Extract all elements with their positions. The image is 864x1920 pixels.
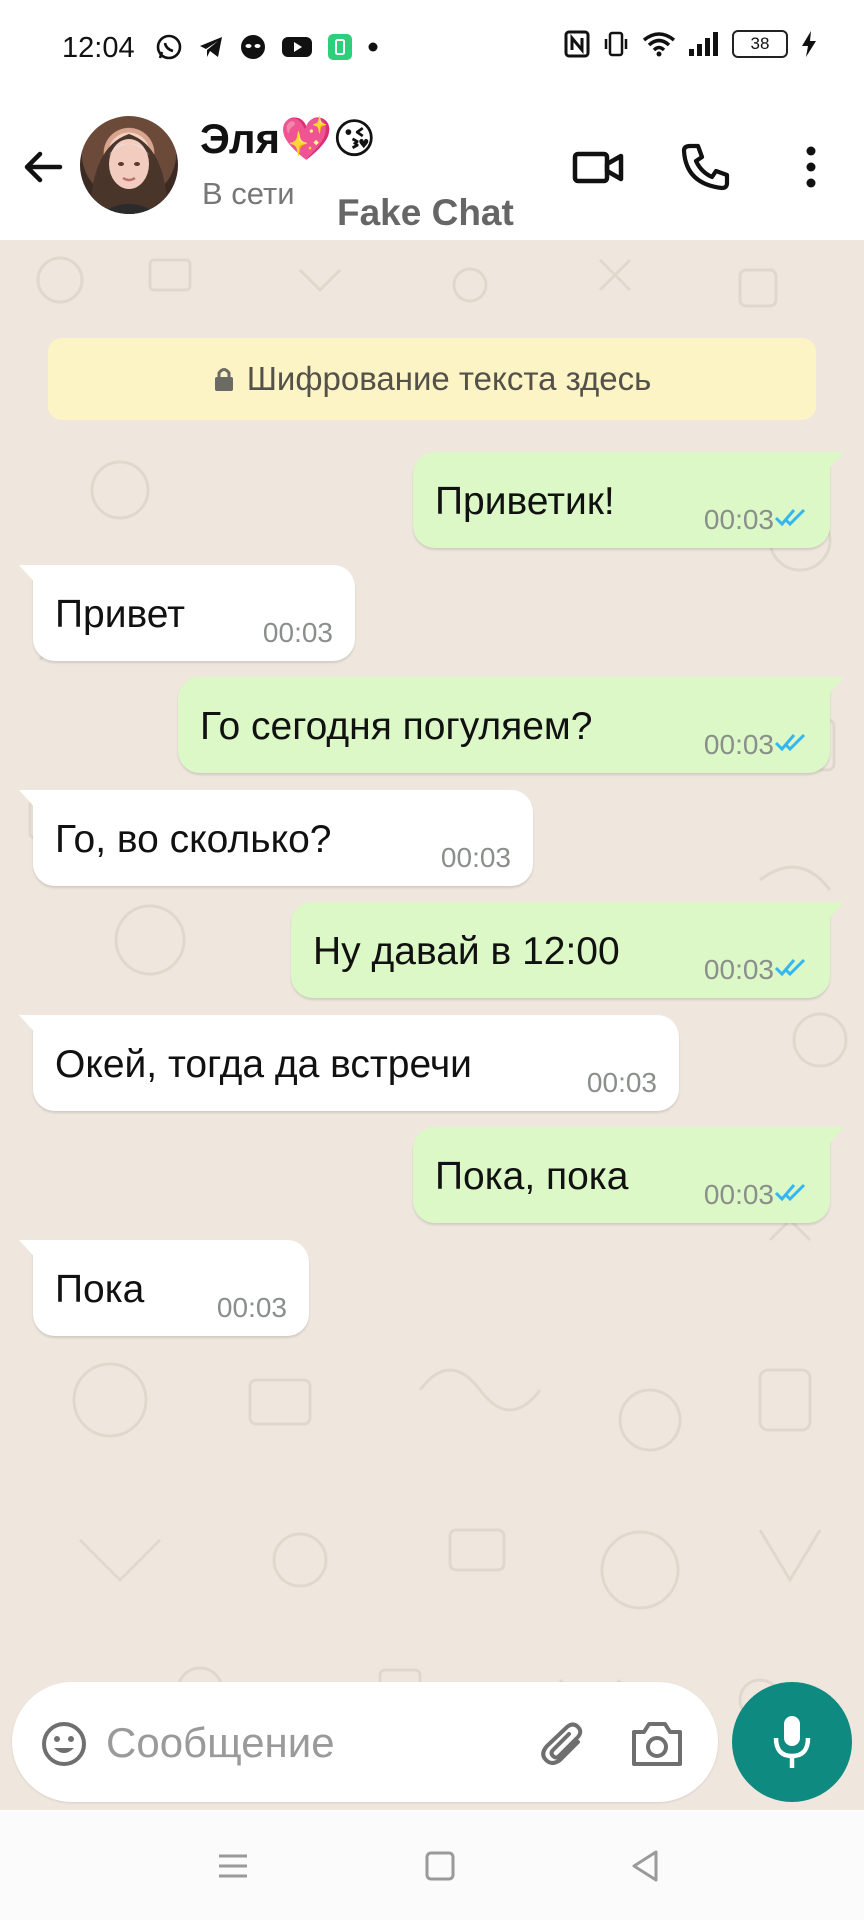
encryption-notice[interactable]: Шифрование текста здесь	[48, 338, 816, 420]
message-time: 00:03	[586, 1067, 657, 1098]
message-text: Окей, тогда да встречи	[55, 1043, 472, 1086]
message-time: 00:03	[216, 1292, 287, 1323]
more-options-icon[interactable]	[782, 138, 840, 196]
message-outgoing[interactable]: Пока, пока 00:03	[413, 1127, 844, 1223]
message-incoming[interactable]: Го, во сколько? 00:03	[19, 790, 533, 886]
message-text: Приветик!	[435, 480, 615, 523]
emoji-icon[interactable]	[40, 1720, 88, 1768]
charging-icon	[802, 31, 816, 57]
system-nav-bar	[0, 1812, 864, 1920]
message-outgoing[interactable]: Приветик! 00:03	[413, 452, 844, 548]
youtube-icon	[282, 37, 312, 57]
dot-icon	[368, 42, 378, 52]
message-incoming[interactable]: Пока 00:03	[19, 1240, 309, 1336]
read-ticks-icon	[774, 508, 806, 527]
signal-icon	[689, 32, 718, 56]
wifi-icon	[642, 32, 676, 57]
notification-icons	[155, 33, 379, 61]
message-composer	[12, 1682, 718, 1802]
battery-icon: 38	[732, 30, 788, 58]
home-nav-icon[interactable]	[416, 1842, 464, 1890]
microphone-icon	[773, 1716, 811, 1768]
read-ticks-icon	[774, 733, 806, 752]
message-text: Го сегодня погуляем?	[200, 705, 593, 748]
message-text: Пока, пока	[435, 1155, 629, 1198]
status-bar: 12:04 38	[0, 0, 864, 100]
message-incoming[interactable]: Окей, тогда да встречи 00:03	[19, 1015, 679, 1111]
message-input[interactable]	[104, 1710, 528, 1776]
read-ticks-icon	[774, 958, 806, 977]
contact-status: В сети	[202, 176, 295, 211]
read-ticks-icon	[774, 1183, 806, 1202]
message-text: Пока	[55, 1268, 145, 1311]
whatsapp-icon	[156, 34, 182, 60]
battery-saver-icon	[328, 34, 352, 60]
avatar-image	[90, 134, 168, 214]
chat-header: Эля💖😘 В сети Fake Chat	[0, 100, 864, 240]
chat-area[interactable]: Шифрование текста здесь Приветик! 00:03 …	[0, 240, 864, 1810]
back-nav-icon[interactable]	[622, 1842, 670, 1890]
menu-nav-icon[interactable]	[209, 1842, 257, 1890]
message-text: Привет	[55, 593, 186, 636]
battery-level: 38	[750, 34, 770, 53]
back-arrow-icon[interactable]	[18, 142, 68, 192]
message-text: Ну давай в 12:00	[313, 930, 620, 973]
video-call-icon[interactable]	[570, 138, 628, 196]
avatar[interactable]	[80, 116, 178, 214]
voice-message-button[interactable]	[732, 1682, 852, 1802]
alien-app-icon	[241, 35, 265, 59]
camera-icon[interactable]	[630, 1718, 684, 1768]
nfc-icon	[564, 30, 590, 58]
message-outgoing[interactable]: Ну давай в 12:00 00:03	[291, 902, 844, 998]
attach-icon[interactable]	[538, 1718, 590, 1770]
message-time: 00:03	[703, 729, 774, 760]
status-time: 12:04	[62, 32, 135, 64]
voice-call-icon[interactable]	[676, 138, 734, 196]
lock-icon	[214, 368, 233, 391]
contact-name[interactable]: Эля💖😘	[200, 114, 376, 164]
brand-watermark: Fake Chat	[337, 192, 514, 233]
encryption-text: Шифрование текста здесь	[246, 360, 652, 397]
message-time: 00:03	[703, 504, 774, 535]
message-incoming[interactable]: Привет 00:03	[19, 565, 355, 661]
vibrate-icon	[604, 31, 628, 57]
message-time: 00:03	[440, 842, 511, 873]
message-text: Го, во сколько?	[55, 818, 332, 861]
message-time: 00:03	[262, 617, 333, 648]
message-time: 00:03	[703, 954, 774, 985]
message-outgoing[interactable]: Го сегодня погуляем? 00:03	[178, 677, 844, 773]
telegram-icon	[200, 37, 222, 57]
system-icons: 38	[564, 30, 818, 58]
message-time: 00:03	[703, 1179, 774, 1210]
